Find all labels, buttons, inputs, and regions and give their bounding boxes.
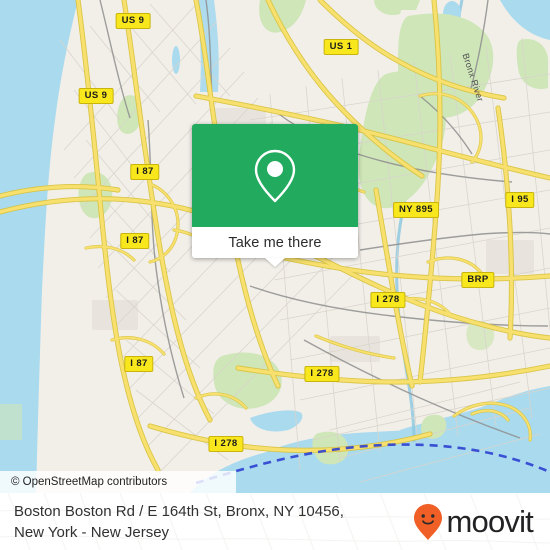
- map-shield[interactable]: I 278: [370, 292, 406, 308]
- map-shield[interactable]: I 87: [124, 356, 154, 372]
- map-shield[interactable]: US 9: [78, 88, 114, 104]
- location-address: Boston Boston Rd / E 164th St, Bronx, NY…: [14, 501, 344, 543]
- openstreetmap-attribution[interactable]: © OpenStreetMap contributors: [11, 476, 167, 488]
- popup-action-bar[interactable]: Take me there: [192, 227, 358, 267]
- footer-bar: Boston Boston Rd / E 164th St, Bronx, NY…: [0, 493, 550, 550]
- map-shield[interactable]: I 87: [120, 233, 150, 249]
- map-shield[interactable]: NY 895: [393, 202, 439, 218]
- moovit-wordmark: moovit: [446, 504, 533, 539]
- location-popup-card[interactable]: Take me there: [192, 124, 358, 267]
- popup-pointer: [265, 258, 285, 267]
- map-shield[interactable]: I 87: [130, 164, 160, 180]
- moovit-pin-icon: [414, 503, 443, 540]
- map-shield[interactable]: US 1: [323, 39, 359, 55]
- map-pin-icon: [254, 149, 296, 202]
- map-canvas[interactable]: US 9 US 1 US 9 I 87 I 95 NY 895 I 87 BRP…: [0, 0, 550, 493]
- map-shield[interactable]: BRP: [461, 272, 495, 288]
- address-line-2: New York - New Jersey: [14, 523, 170, 541]
- address-line-1: Boston Boston Rd / E 164th St, Bronx, NY…: [14, 502, 344, 520]
- map-screenshot: US 9 US 1 US 9 I 87 I 95 NY 895 I 87 BRP…: [0, 0, 550, 550]
- map-shield[interactable]: I 278: [304, 366, 340, 382]
- map-shield[interactable]: US 9: [115, 13, 151, 29]
- take-me-there-button[interactable]: Take me there: [228, 235, 321, 251]
- moovit-logo[interactable]: moovit: [413, 503, 536, 541]
- popup-icon-panel: [192, 124, 358, 227]
- map-shield[interactable]: I 95: [505, 192, 535, 208]
- map-attribution-bar: © OpenStreetMap contributors: [0, 471, 236, 493]
- map-shield[interactable]: I 278: [208, 436, 244, 452]
